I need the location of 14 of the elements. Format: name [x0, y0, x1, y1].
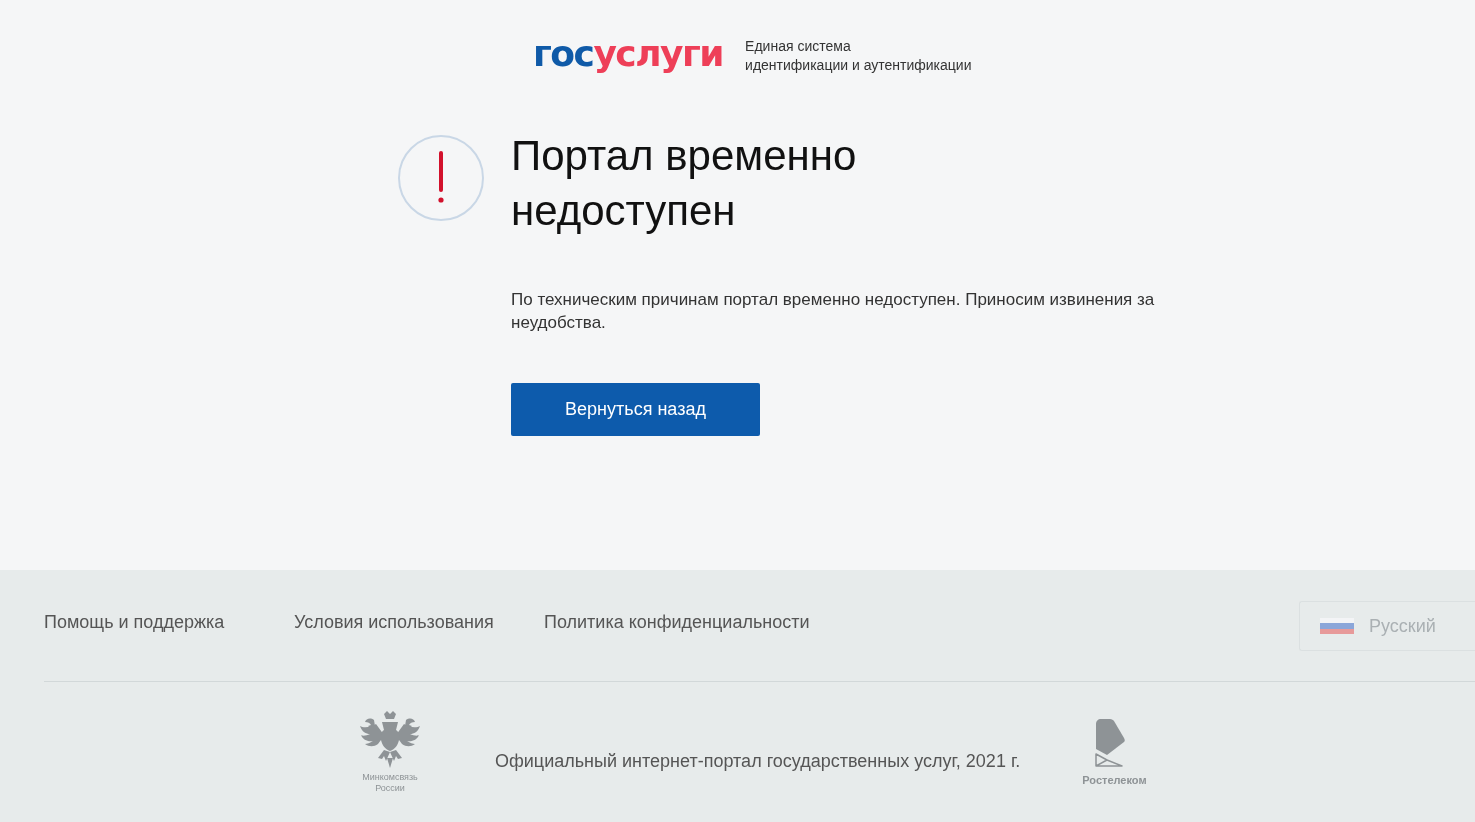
- flag-icon: [1320, 618, 1354, 634]
- back-button[interactable]: Вернуться назад: [511, 383, 760, 436]
- exclamation-circle-icon: [398, 135, 484, 221]
- folded-shape-icon: [1094, 718, 1127, 768]
- emblem-caption: Минкомсвязь России: [362, 772, 418, 794]
- error-title: Портал временно недоступен: [511, 131, 858, 236]
- site-logo: госуслуги: [533, 33, 724, 75]
- copyright-text: Официальный интернет-портал государственных услуг, 2021 г.: [495, 750, 1021, 772]
- error-description: По техническим причинам портал временно недоступен. Приносим извинения за неудобства.: [511, 289, 1156, 334]
- operator-caption: Ростелеком: [1082, 774, 1147, 786]
- footer-link[interactable]: Условия использования: [294, 610, 494, 634]
- footer-link[interactable]: Политика конфиденциальности: [544, 610, 810, 634]
- footer-link[interactable]: Помощь и поддержка: [44, 610, 225, 634]
- header-caption: Единая система идентификации и аутентификации: [745, 37, 972, 75]
